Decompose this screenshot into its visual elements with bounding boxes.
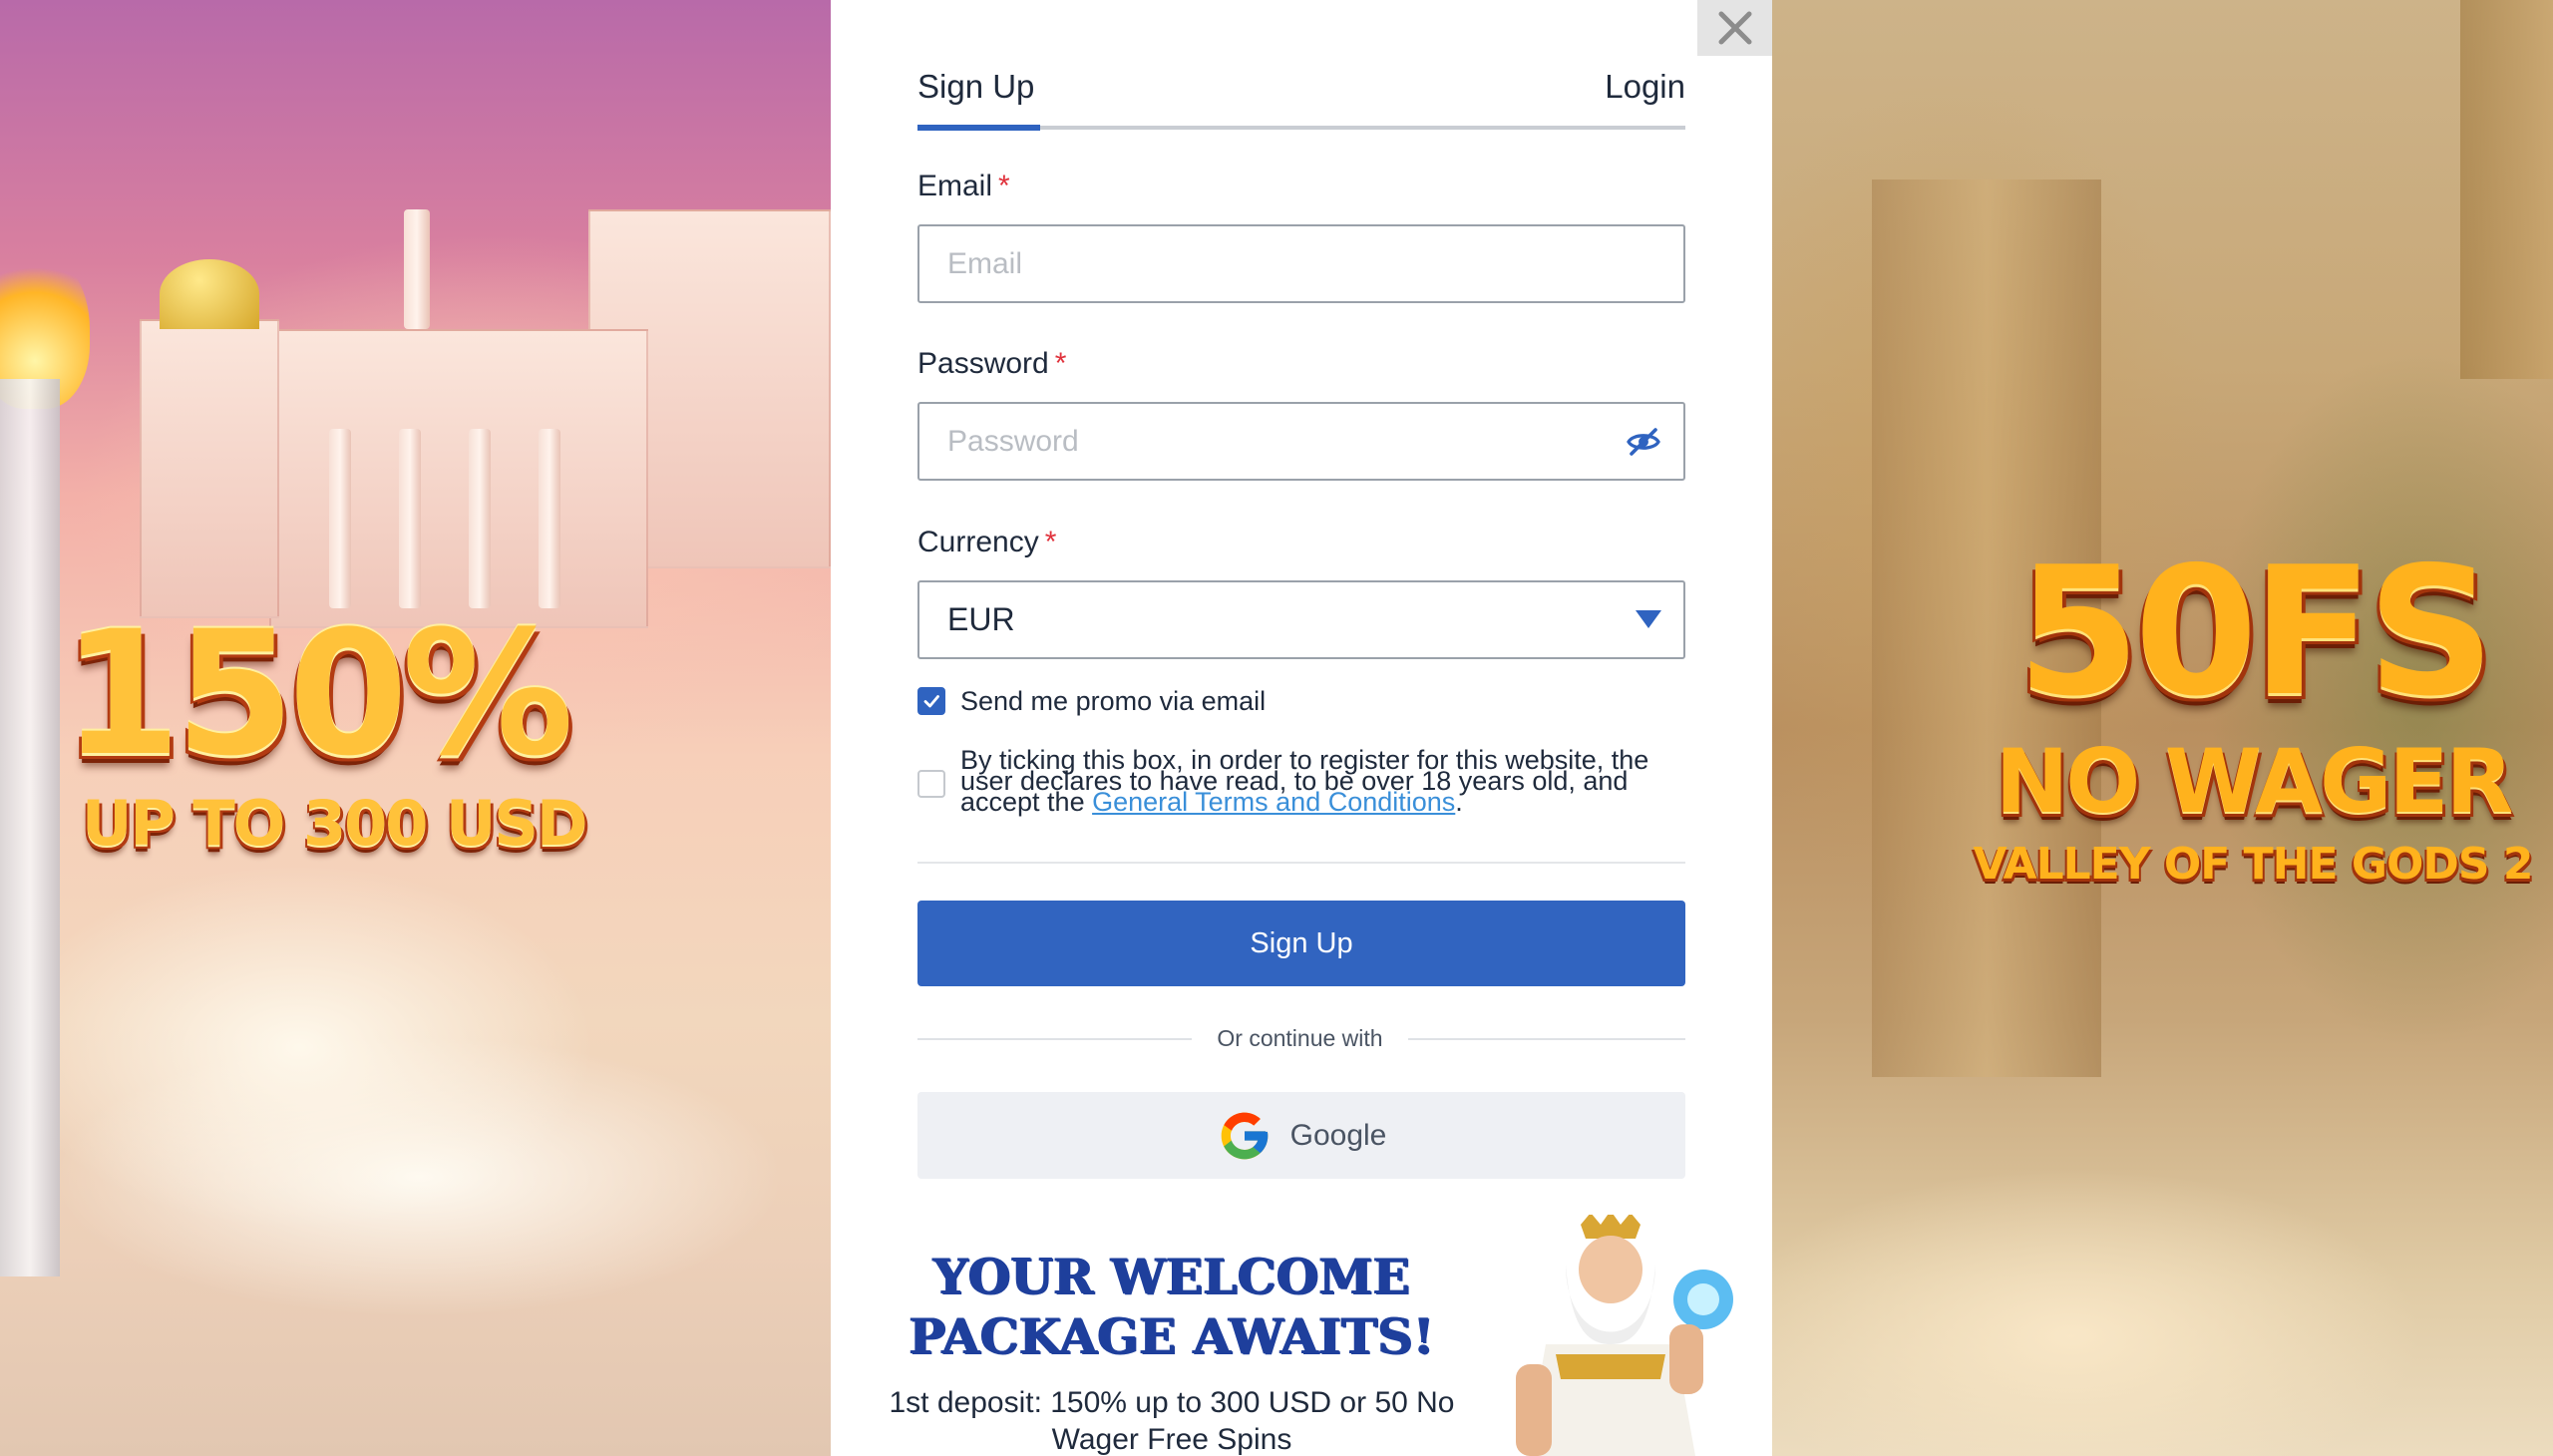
column-decoration — [329, 429, 351, 608]
google-label: Google — [1289, 1118, 1387, 1152]
promo-email-checkbox[interactable] — [917, 687, 945, 715]
or-continue-label: Or continue with — [1217, 1025, 1383, 1051]
left-promo-headline: 150% — [62, 593, 573, 794]
password-label-text: Password — [917, 347, 1049, 380]
right-promo-subline: NO WAGER — [1995, 730, 2513, 833]
chevron-down-icon — [1636, 610, 1661, 628]
tab-sign-up[interactable]: Sign Up — [917, 68, 1034, 106]
tab-login[interactable]: Login — [1605, 68, 1685, 106]
right-promo-banner: 50FS NO WAGER VALLEY OF THE GODS 2 — [1772, 0, 2553, 1456]
checkmark-icon — [923, 695, 939, 708]
column-decoration — [404, 209, 430, 329]
password-label: Password * — [917, 347, 1066, 381]
right-promo-headline: 50FS — [2016, 529, 2495, 735]
terms-link[interactable]: General Terms and Conditions — [1092, 787, 1455, 817]
required-mark: * — [998, 170, 1010, 202]
sign-up-button[interactable]: Sign Up — [917, 901, 1685, 986]
currency-selected-value: EUR — [947, 601, 1015, 637]
tab-active-indicator — [917, 125, 1040, 131]
google-icon — [1221, 1112, 1268, 1159]
column-decoration — [399, 429, 421, 608]
close-button[interactable] — [1697, 0, 1772, 56]
email-label: Email * — [917, 170, 1010, 203]
left-promo-subline: UP TO 300 USD — [82, 787, 587, 860]
divider-line — [1408, 1038, 1685, 1040]
password-input[interactable] — [917, 402, 1685, 481]
google-login-button[interactable]: Google — [917, 1092, 1685, 1179]
zeus-character-illustration — [1516, 1215, 1733, 1456]
currency-label-text: Currency — [917, 526, 1039, 558]
tower-decoration — [140, 319, 279, 618]
pillar-decoration — [2460, 0, 2553, 379]
dome-decoration — [160, 259, 259, 329]
welcome-title: YOUR WELCOME PACKAGE AWAITS! — [909, 1248, 1435, 1365]
auth-tabs: Sign Up Login — [917, 68, 1685, 132]
divider-line — [917, 1038, 1192, 1040]
eye-slash-icon[interactable] — [1626, 424, 1661, 460]
terms-text: By ticking this box, in order to registe… — [960, 747, 1678, 816]
terms-text-end: . — [1455, 787, 1463, 817]
terms-checkbox[interactable] — [917, 770, 945, 798]
close-icon — [1718, 11, 1751, 45]
welcome-description: 1st deposit: 150% up to 300 USD or 50 No… — [889, 1386, 1455, 1456]
currency-select[interactable]: EUR — [917, 580, 1685, 659]
column-decoration — [539, 429, 560, 608]
promo-email-label: Send me promo via email — [960, 686, 1267, 716]
column-decoration — [469, 429, 491, 608]
temple-decoration — [269, 329, 648, 628]
left-promo-banner: 150% UP TO 300 USD — [0, 0, 831, 1456]
email-input[interactable] — [917, 224, 1685, 303]
required-mark: * — [1054, 347, 1067, 380]
required-mark: * — [1044, 526, 1057, 558]
right-promo-game-title: VALLEY OF THE GODS 2 — [1973, 839, 2533, 890]
marble-pillar-decoration — [0, 379, 60, 1276]
email-label-text: Email — [917, 170, 993, 202]
currency-label: Currency * — [917, 526, 1056, 559]
form-divider — [917, 862, 1685, 864]
